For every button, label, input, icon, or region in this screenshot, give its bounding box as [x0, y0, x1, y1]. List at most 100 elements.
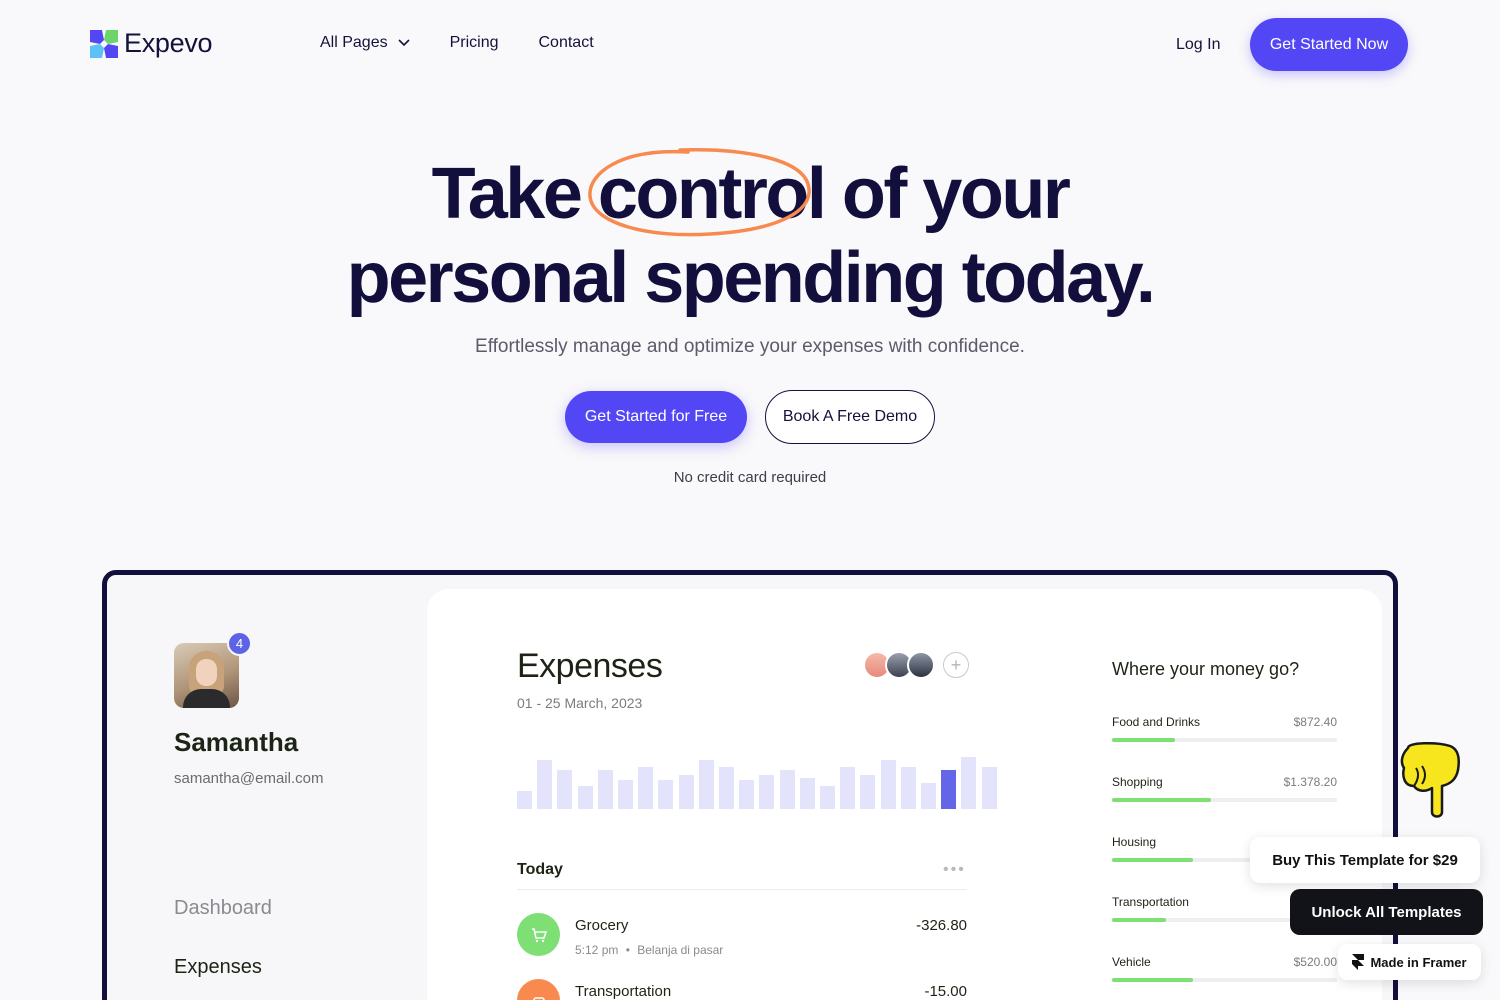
expense-bar[interactable]	[779, 770, 795, 809]
expense-bar[interactable]	[517, 791, 532, 809]
expense-bar[interactable]	[678, 775, 694, 809]
expevo-logo-icon	[90, 29, 118, 58]
expenses-card: Expenses 01 - 25 March, 2023 + Today •••…	[427, 589, 1382, 1000]
user-name: Samantha	[174, 727, 299, 757]
category-row[interactable]: Food and Drinks $872.40	[1112, 715, 1337, 745]
made-in-framer-badge[interactable]: Made in Framer	[1338, 944, 1481, 980]
expenses-date-range: 01 - 25 March, 2023	[517, 695, 643, 711]
no-credit-card-note: No credit card required	[673, 469, 827, 486]
category-progress-fill	[1112, 978, 1193, 982]
expense-bar[interactable]	[860, 775, 876, 809]
expense-bar[interactable]	[799, 778, 815, 809]
expenses-bar-chart	[517, 757, 997, 809]
hero-title-line2: personal spending today.	[346, 238, 1156, 318]
expense-bar[interactable]	[880, 760, 896, 809]
dashboard-sidebar: 4 Samantha samantha@email.com Dashboard …	[107, 575, 427, 1000]
brand-name: Expevo	[124, 28, 213, 58]
sidebar-item-expenses[interactable]: Expenses	[174, 956, 262, 979]
top-nav: Expevo All Pages Pricing Contact Log In …	[0, 0, 1500, 90]
transaction-amount: -15.00	[924, 983, 967, 1000]
expense-bar[interactable]	[840, 767, 856, 809]
category-row[interactable]: Shopping $1.378.20	[1112, 775, 1337, 805]
transaction-meta: 5:12 pm • Belanja di pasar	[575, 943, 724, 957]
dashboard-preview: 4 Samantha samantha@email.com Dashboard …	[102, 570, 1398, 1000]
category-progress-fill	[1112, 858, 1193, 862]
notification-badge: 4	[227, 631, 252, 656]
category-amount: $1.378.20	[1283, 775, 1337, 789]
category-amount: $520.00	[1293, 955, 1337, 969]
transaction-time: 5:12 pm	[575, 943, 619, 957]
hero-title: Take control of your personal spending t…	[0, 148, 1500, 320]
chevron-down-icon	[398, 39, 410, 47]
expense-bar[interactable]	[618, 780, 633, 809]
transaction-name: Grocery	[575, 917, 629, 934]
hero-title-pre: Take	[431, 154, 583, 234]
framer-logo-icon	[1352, 954, 1365, 970]
cart-icon	[517, 913, 560, 956]
category-progress-track	[1112, 798, 1337, 802]
shared-users: +	[863, 651, 969, 679]
expense-bar[interactable]	[759, 775, 775, 809]
expense-bar[interactable]	[961, 757, 977, 809]
expense-bar[interactable]	[597, 770, 613, 809]
category-progress-fill	[1112, 798, 1211, 802]
hero-subtitle: Effortlessly manage and optimize your ex…	[475, 336, 1025, 357]
get-started-free-button[interactable]: Get Started for Free	[565, 391, 747, 443]
get-started-now-button[interactable]: Get Started Now	[1250, 18, 1408, 71]
avatar[interactable]	[907, 651, 935, 679]
expense-bar[interactable]	[557, 770, 573, 809]
expense-bar[interactable]	[577, 786, 593, 809]
expense-bar[interactable]	[658, 780, 674, 809]
money-breakdown-title: Where your money go?	[1112, 659, 1300, 679]
hero-title-circled-word: control	[588, 148, 827, 237]
framer-label: Made in Framer	[1370, 954, 1467, 970]
expense-bar[interactable]	[921, 783, 936, 809]
unlock-templates-button[interactable]: Unlock All Templates	[1290, 889, 1483, 935]
expense-bar[interactable]	[537, 760, 553, 809]
category-progress-fill	[1112, 738, 1175, 742]
nav-all-pages-label: All Pages	[320, 34, 388, 51]
transaction-row[interactable]: Transportation -15.00	[517, 979, 967, 1000]
expense-bar[interactable]	[719, 767, 734, 809]
expense-bar[interactable]	[638, 767, 654, 809]
brand-logo[interactable]: Expevo	[90, 28, 213, 59]
login-link[interactable]: Log In	[1176, 36, 1220, 54]
nav-contact[interactable]: Contact	[539, 34, 594, 52]
hero-title-post: of your	[841, 154, 1071, 234]
category-name: Food and Drinks	[1112, 715, 1201, 729]
add-user-icon[interactable]: +	[943, 652, 969, 678]
expense-bar[interactable]	[739, 780, 755, 809]
expense-bar[interactable]	[900, 767, 916, 809]
transaction-row[interactable]: Grocery 5:12 pm • Belanja di pasar -326.…	[517, 913, 967, 963]
divider	[517, 889, 967, 890]
pointing-hand-icon	[1400, 742, 1460, 818]
category-name: Shopping	[1112, 775, 1163, 789]
nav-all-pages[interactable]: All Pages	[320, 34, 410, 52]
user-email: samantha@email.com	[174, 770, 324, 787]
category-progress-track	[1112, 738, 1337, 742]
transaction-note: Belanja di pasar	[637, 943, 724, 957]
today-heading: Today	[517, 861, 563, 878]
expense-bar[interactable]	[698, 760, 714, 809]
book-demo-button[interactable]: Book A Free Demo	[765, 390, 935, 444]
nav-pricing[interactable]: Pricing	[450, 34, 499, 52]
category-name: Vehicle	[1112, 955, 1151, 969]
more-options-icon[interactable]: •••	[943, 861, 966, 879]
expense-bar[interactable]	[981, 767, 997, 809]
category-row[interactable]: Vehicle $520.00	[1112, 955, 1337, 985]
category-amount: $872.40	[1293, 715, 1337, 729]
sidebar-item-dashboard[interactable]: Dashboard	[174, 897, 272, 920]
buy-template-button[interactable]: Buy This Template for $29	[1250, 837, 1480, 883]
transaction-name: Transportation	[575, 983, 672, 1000]
hero-title-circled-text: control	[597, 154, 827, 234]
transaction-amount: -326.80	[916, 917, 967, 934]
expenses-title: Expenses	[517, 647, 663, 685]
avatar[interactable]	[174, 643, 239, 708]
nav-links: All Pages Pricing Contact	[320, 34, 594, 52]
car-icon	[517, 979, 560, 1000]
expense-bar[interactable]	[820, 786, 835, 809]
expense-bar[interactable]	[941, 770, 957, 809]
category-name: Housing	[1112, 835, 1157, 849]
category-progress-track	[1112, 978, 1337, 982]
category-name: Transportation	[1112, 895, 1189, 909]
